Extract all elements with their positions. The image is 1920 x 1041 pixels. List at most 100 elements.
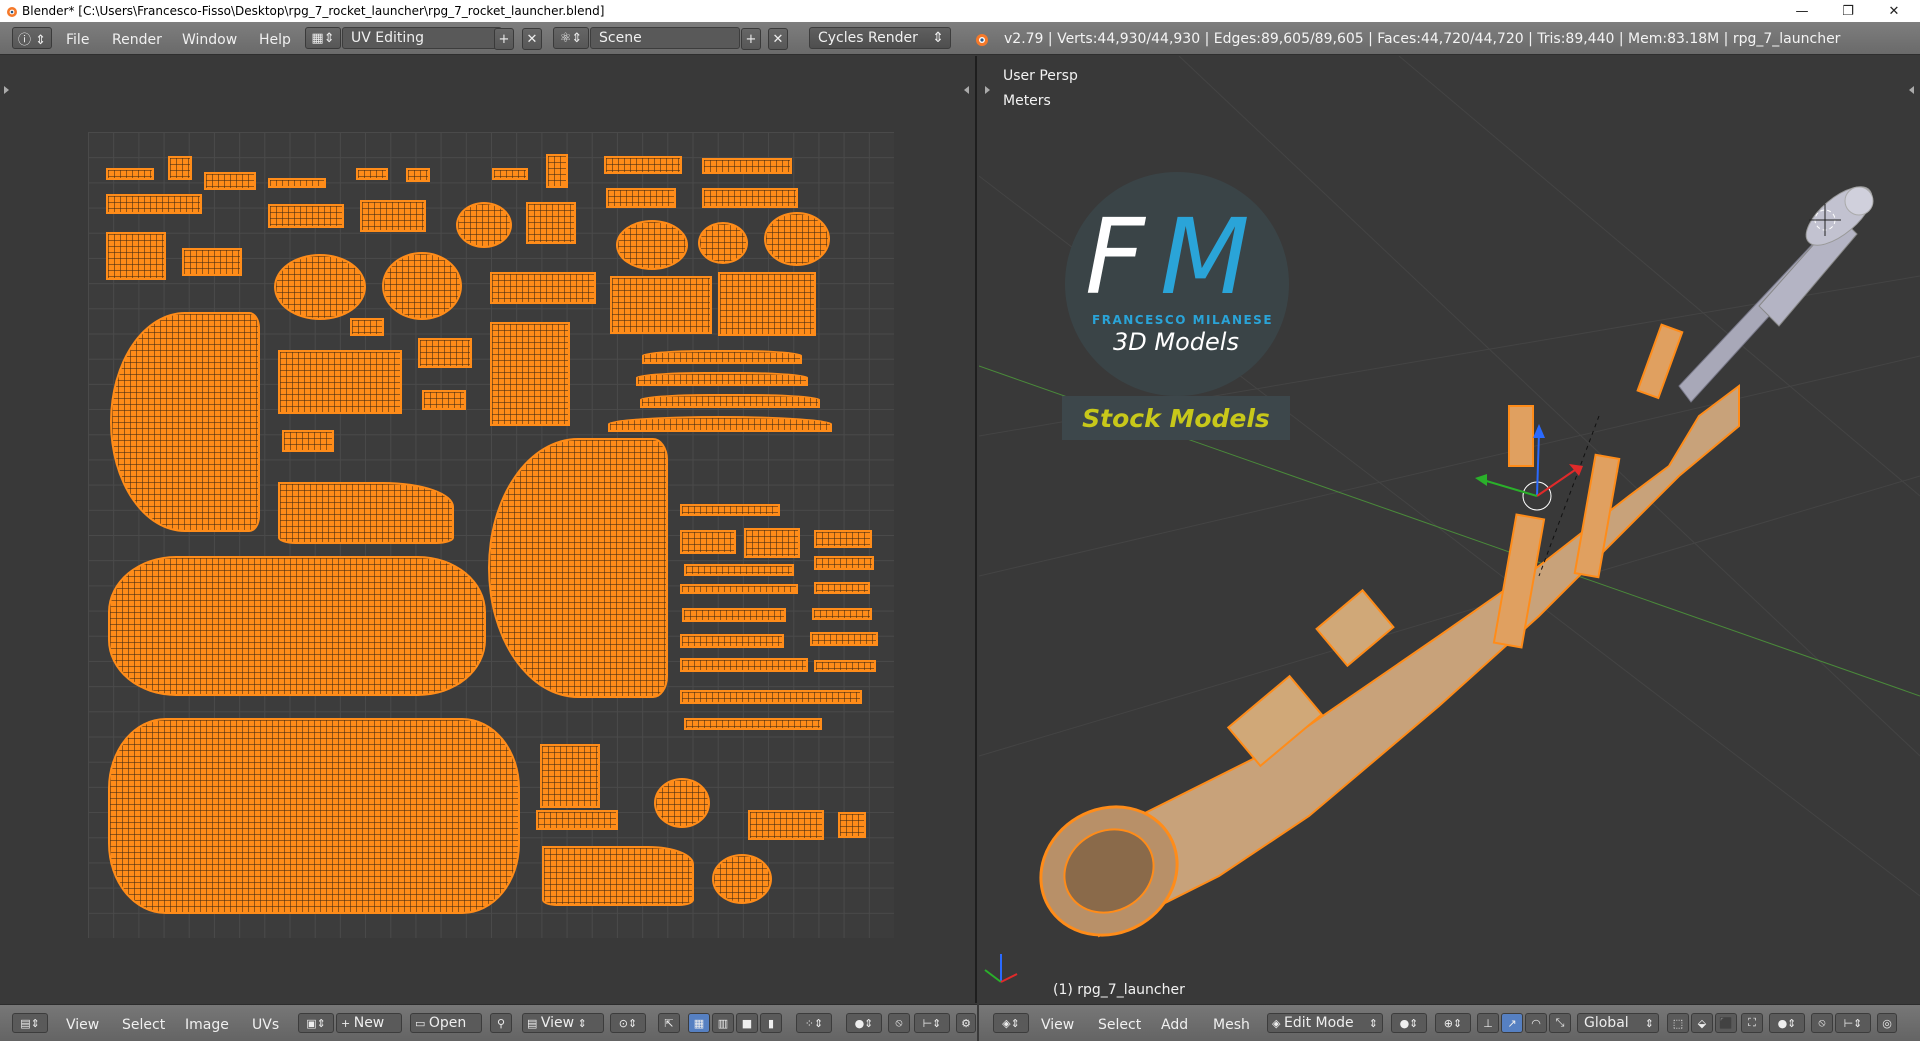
pivot-button[interactable]: ⊙⇕ xyxy=(610,1013,646,1033)
window-title: Blender* [C:\Users\Francesco-Fisso\Deskt… xyxy=(22,4,605,18)
add-scene-button[interactable]: + xyxy=(741,28,761,50)
pin-button[interactable]: ⚲ xyxy=(490,1013,512,1033)
transform-orientation-select[interactable]: Global ⇕ xyxy=(1577,1013,1659,1033)
uv-island xyxy=(168,156,192,180)
shading-select[interactable]: ●⇕ xyxy=(1391,1013,1427,1033)
occlude-geometry-button[interactable]: ⛶ xyxy=(1741,1013,1763,1033)
snap-toggle-button[interactable]: ⦸ xyxy=(1811,1013,1833,1033)
logo-letter-m: M xyxy=(1160,196,1250,318)
sticky-select-button[interactable]: ⇱ xyxy=(658,1013,680,1033)
uv-island xyxy=(418,338,472,368)
face-select-mode-button[interactable]: ⬛ xyxy=(1715,1013,1737,1033)
uv-island xyxy=(654,778,710,828)
vertex-select-mode-button[interactable]: ⬚ xyxy=(1667,1013,1689,1033)
render-preview-button[interactable]: ◎ xyxy=(1877,1013,1897,1033)
minimize-button[interactable]: — xyxy=(1780,0,1824,22)
uv-island xyxy=(204,172,256,190)
menu-help[interactable]: Help xyxy=(259,32,291,48)
edge-select-mode-button[interactable]: ⬙ xyxy=(1691,1013,1713,1033)
view3d-menu-select[interactable]: Select xyxy=(1098,1017,1141,1033)
open-image-button[interactable]: ▭ Open xyxy=(410,1013,482,1033)
render-engine-select[interactable]: Cycles Render ⇕ xyxy=(809,27,951,49)
scene-field[interactable]: Scene xyxy=(590,27,740,49)
snap-element-button[interactable]: ⊢⇕ xyxy=(914,1013,950,1033)
view3d-menu-mesh[interactable]: Mesh xyxy=(1213,1017,1250,1033)
restore-button[interactable]: ❐ xyxy=(1826,0,1870,22)
axis-gizmo-icon xyxy=(984,954,1018,983)
image-browse-button[interactable]: ▣⇕ xyxy=(298,1013,334,1033)
uv-image-editor[interactable] xyxy=(0,56,977,1025)
uv-island xyxy=(106,194,202,214)
uv-island xyxy=(698,222,748,264)
3d-view-icon: ◈⇕ xyxy=(1002,1016,1020,1030)
uv-island xyxy=(608,416,832,432)
camera-icon: ◎ xyxy=(1882,1016,1892,1030)
units-label: Meters xyxy=(1003,93,1051,109)
uv-island xyxy=(838,812,866,838)
editor-type-info-button[interactable]: ⓘ ⇕ xyxy=(12,27,52,49)
island-select-button[interactable]: ▮ xyxy=(760,1013,782,1033)
screen-layout-field[interactable]: UV Editing xyxy=(342,27,502,49)
uv-island xyxy=(744,528,800,558)
active-object-label: (1) rpg_7_launcher xyxy=(1053,982,1185,998)
menu-file[interactable]: File xyxy=(66,32,89,48)
proportional-edit-button[interactable]: ●⇕ xyxy=(846,1013,882,1033)
delete-layout-button[interactable]: ✕ xyxy=(522,28,542,50)
logo-letter-f: F xyxy=(1085,196,1145,318)
scene-statistics: v2.79 | Verts:44,930/44,930 | Edges:89,6… xyxy=(1004,31,1841,47)
rotate-manipulator-button[interactable]: ◠ xyxy=(1525,1013,1547,1033)
menu-render[interactable]: Render xyxy=(112,32,162,48)
properties-toggle-icon[interactable] xyxy=(960,86,969,94)
uv-menu-uvs[interactable]: UVs xyxy=(252,1017,279,1033)
updown-arrow-icon: ⇕ xyxy=(932,30,944,46)
vertex-select-icon: ▦ xyxy=(693,1016,705,1030)
sticky-mode-button[interactable]: ⁘⇕ xyxy=(796,1013,832,1033)
editor-type-button[interactable]: ▤⇕ xyxy=(12,1013,48,1033)
extra-options-button[interactable]: ⚙ xyxy=(956,1013,976,1033)
uv-island xyxy=(764,212,830,266)
manipulator-toggle[interactable]: ⊥ xyxy=(1477,1013,1499,1033)
toolbar-toggle-icon[interactable] xyxy=(4,86,13,94)
add-layout-button[interactable]: + xyxy=(494,28,514,50)
menu-window[interactable]: Window xyxy=(182,32,237,48)
translate-manipulator-button[interactable]: ↗ xyxy=(1501,1013,1523,1033)
orientation-label: Global xyxy=(1584,1015,1629,1031)
new-image-button[interactable]: + New xyxy=(336,1013,402,1033)
edge-select-button[interactable]: ▥ xyxy=(712,1013,734,1033)
editor-type-button[interactable]: ◈⇕ xyxy=(993,1013,1029,1033)
pin-icon: ⚲ xyxy=(496,1016,506,1030)
blender-logo-icon xyxy=(7,7,17,17)
delete-scene-button[interactable]: ✕ xyxy=(768,28,788,50)
snap-element-icon: ⊢⇕ xyxy=(922,1016,942,1030)
close-button[interactable]: ✕ xyxy=(1872,0,1916,22)
view-mode-select[interactable]: ▤ View ⇕ xyxy=(522,1013,604,1033)
vertex-select-button[interactable]: ▦ xyxy=(688,1013,710,1033)
uv-island xyxy=(812,608,872,620)
uv-sync-icon: ⇱ xyxy=(664,1016,674,1030)
scale-manipulator-button[interactable]: ⤡ xyxy=(1549,1013,1571,1033)
uv-menu-image[interactable]: Image xyxy=(185,1017,229,1033)
pivot-point-select[interactable]: ⊕⇕ xyxy=(1435,1013,1471,1033)
face-select-button[interactable]: ■ xyxy=(736,1013,758,1033)
scene-browse-button[interactable]: ⚛⇕ xyxy=(553,27,589,49)
logo-author-name: FRANCESCO MILANESE xyxy=(1092,313,1274,327)
screen-layout-browse-button[interactable]: ▦⇕ xyxy=(305,27,341,49)
updown-arrow-icon: ⇕ xyxy=(574,1016,587,1030)
scale-icon: ⤡ xyxy=(1555,1016,1565,1029)
view3d-menu-view[interactable]: View xyxy=(1041,1017,1074,1033)
uv-menu-select[interactable]: Select xyxy=(122,1017,165,1033)
render-engine-label: Cycles Render xyxy=(818,30,918,46)
uv-island xyxy=(356,168,388,180)
rotate-icon: ◠ xyxy=(1531,1016,1541,1030)
snap-element-button[interactable]: ⊢⇕ xyxy=(1835,1013,1871,1033)
uv-island xyxy=(406,168,430,182)
image-icon: ▣⇕ xyxy=(306,1016,326,1030)
snap-icon: ⦸ xyxy=(895,1016,903,1029)
uv-island xyxy=(542,846,694,906)
uv-menu-view[interactable]: View xyxy=(66,1017,99,1033)
proportional-edit-button[interactable]: ●⇕ xyxy=(1769,1013,1805,1033)
snap-toggle-button[interactable]: ⦸ xyxy=(888,1013,910,1033)
view3d-menu-add[interactable]: Add xyxy=(1161,1017,1188,1033)
mode-select[interactable]: ◈ Edit Mode ⇕ xyxy=(1267,1013,1383,1033)
uv-grid-canvas[interactable] xyxy=(88,132,894,938)
